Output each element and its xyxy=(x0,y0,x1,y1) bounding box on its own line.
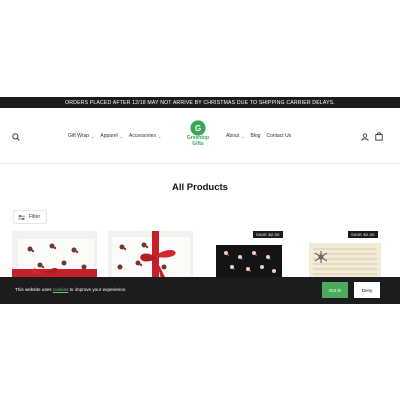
product-card[interactable] xyxy=(206,231,291,283)
filter-label: Filter xyxy=(29,214,41,220)
filter-button[interactable]: Filter xyxy=(13,210,47,224)
product-card[interactable] xyxy=(108,231,193,283)
top-blank-area xyxy=(0,0,400,97)
product-card[interactable] xyxy=(303,231,388,283)
cookie-accept-button[interactable]: Got it! xyxy=(322,282,348,298)
announcement-text: ORDERS PLACED AFTER 12/18 MAY NOT ARRIVE… xyxy=(65,99,335,106)
main-nav-left: Gift Wrap ⌄ Apparel ⌄ Accessories ⌄ xyxy=(68,133,161,139)
sale-badge: SAVE $2.00 xyxy=(253,231,283,238)
filter-icon xyxy=(18,214,25,220)
product-card[interactable] xyxy=(12,231,97,283)
nav-contact-us[interactable]: Contact Us xyxy=(266,133,291,139)
announcement-bar: ORDERS PLACED AFTER 12/18 MAY NOT ARRIVE… xyxy=(0,97,400,108)
cart-icon[interactable] xyxy=(374,131,384,141)
chevron-down-icon: ⌄ xyxy=(157,133,162,139)
chevron-down-icon: ⌄ xyxy=(241,133,245,139)
cookie-deny-button[interactable]: Deny xyxy=(354,282,380,298)
nav-apparel[interactable]: Apparel ⌄ xyxy=(100,133,123,139)
sale-badge: SAVE $2.00 xyxy=(348,231,378,238)
product-image xyxy=(303,231,388,283)
chevron-down-icon: ⌄ xyxy=(91,133,95,139)
nav-accessories[interactable]: Accessories ⌄ xyxy=(129,133,161,139)
site-logo[interactable]: G Greentop Gifts xyxy=(178,120,218,156)
page: ORDERS PLACED AFTER 12/18 MAY NOT ARRIVE… xyxy=(0,0,400,400)
user-icon[interactable] xyxy=(360,132,369,141)
product-image xyxy=(12,231,97,283)
nav-about[interactable]: About ⌄ xyxy=(226,133,244,139)
main-nav-right: About ⌄ Blog Contact Us xyxy=(226,133,291,139)
site-header: Gift Wrap ⌄ Apparel ⌄ Accessories ⌄ G Green… xyxy=(0,108,400,164)
search-icon[interactable] xyxy=(11,132,20,141)
logo-text-line2: Gifts xyxy=(192,140,204,147)
page-title: All Products xyxy=(172,182,228,193)
nav-blog[interactable]: Blog xyxy=(250,133,260,139)
cookie-banner: This website uses cookies to improve you… xyxy=(0,277,400,304)
nav-gift-wrap[interactable]: Gift Wrap ⌄ xyxy=(68,133,94,139)
cookie-message: This website uses cookies to improve you… xyxy=(15,287,127,292)
product-image xyxy=(206,231,291,283)
logo-mark-icon: G xyxy=(190,120,206,136)
svg-text:G: G xyxy=(195,124,201,133)
cookie-policy-link[interactable]: cookies xyxy=(53,287,69,292)
chevron-down-icon: ⌄ xyxy=(119,133,123,139)
product-image xyxy=(108,231,193,283)
